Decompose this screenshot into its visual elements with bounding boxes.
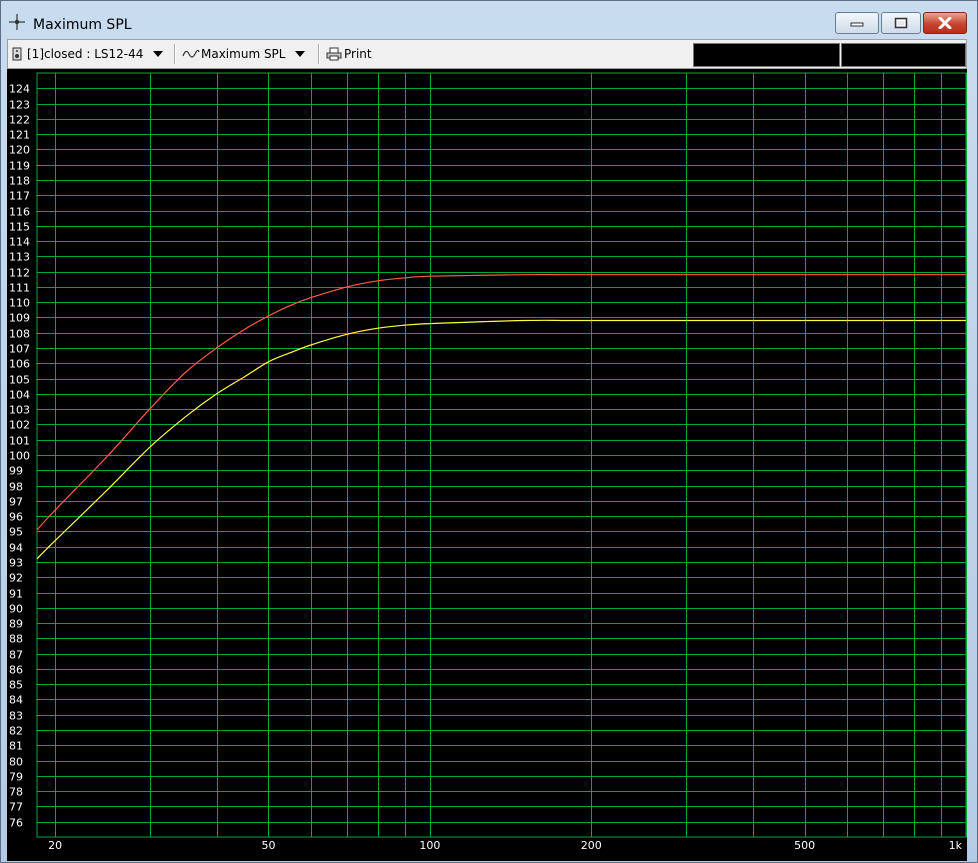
y-tick-label: 112 — [9, 267, 30, 280]
y-tick-label: 110 — [9, 297, 30, 310]
project-label: [1]closed : LS12-44 — [27, 47, 144, 61]
sine-wave-icon — [182, 49, 200, 58]
y-tick-label: 99 — [9, 465, 23, 478]
maximize-button[interactable] — [881, 12, 921, 34]
close-button[interactable] — [923, 12, 967, 34]
y-tick-label: 91 — [9, 588, 23, 601]
chevron-down-icon — [295, 51, 306, 57]
y-tick-label: 109 — [9, 312, 30, 325]
series-line-2 — [36, 319, 966, 560]
y-tick-label: 102 — [9, 419, 30, 432]
y-tick-label: 83 — [9, 710, 23, 723]
y-tick-label: 108 — [9, 328, 30, 341]
print-button[interactable]: Print — [326, 40, 372, 68]
toolbar-separator — [318, 44, 320, 64]
y-tick-label: 121 — [9, 129, 30, 142]
title-bar[interactable]: Maximum SPL — [1, 1, 977, 39]
y-tick-label: 82 — [9, 725, 23, 738]
x-tick-label: 1k — [949, 839, 963, 852]
y-tick-label: 114 — [9, 236, 30, 249]
x-tick-label: 500 — [794, 839, 815, 852]
y-tick-label: 107 — [9, 343, 30, 356]
y-tick-label: 78 — [9, 786, 23, 799]
x-tick-label: 50 — [261, 839, 275, 852]
speaker-box-icon — [12, 47, 22, 61]
minimize-icon — [850, 22, 864, 27]
y-tick-label: 80 — [9, 756, 23, 769]
cursor-readout-level — [841, 43, 966, 67]
y-tick-label: 123 — [9, 99, 30, 112]
y-tick-label: 77 — [9, 801, 23, 814]
y-tick-label: 81 — [9, 740, 23, 753]
app-window: Maximum SPL [1]closed : LS12-44 Maximum … — [0, 0, 978, 863]
plot-area[interactable]: 76 77 78 79 80 81 82 83 84 85 86 87 88 89 90 91 92 93 94 95… — [7, 69, 967, 861]
y-tick-label: 92 — [9, 572, 23, 585]
y-tick-label: 87 — [9, 649, 23, 662]
y-tick-label: 86 — [9, 664, 23, 677]
graph-type-dropdown[interactable]: Maximum SPL — [182, 40, 306, 68]
x-tick-label: 20 — [48, 839, 62, 852]
y-tick-label: 96 — [9, 511, 23, 524]
y-tick-label: 97 — [9, 496, 23, 509]
y-tick-label: 113 — [9, 251, 30, 264]
y-tick-label: 117 — [9, 190, 30, 203]
y-tick-label: 88 — [9, 633, 23, 646]
y-tick-label: 95 — [9, 526, 23, 539]
y-tick-label: 111 — [9, 282, 30, 295]
y-tick-label: 116 — [9, 206, 30, 219]
y-tick-label: 98 — [9, 481, 23, 494]
crosshair-icon — [9, 14, 25, 30]
y-tick-label: 100 — [9, 450, 30, 463]
y-tick-label: 118 — [9, 175, 30, 188]
series-line-1 — [36, 273, 966, 531]
graph-type-label: Maximum SPL — [201, 47, 286, 61]
x-tick-label: 100 — [419, 839, 440, 852]
y-tick-label: 105 — [9, 374, 30, 387]
cursor-readout-frequency — [693, 43, 840, 67]
y-tick-label: 103 — [9, 404, 30, 417]
y-tick-label: 79 — [9, 771, 23, 784]
chevron-down-icon — [153, 51, 164, 57]
y-tick-label: 94 — [9, 542, 23, 555]
y-tick-label: 122 — [9, 114, 30, 127]
y-tick-label: 115 — [9, 221, 30, 234]
toolbar-separator — [174, 44, 176, 64]
y-tick-label: 90 — [9, 603, 23, 616]
window-title: Maximum SPL — [33, 17, 132, 33]
toolbar: [1]closed : LS12-44 Maximum SPL Print — [7, 39, 967, 69]
spl-chart[interactable]: 76 77 78 79 80 81 82 83 84 85 86 87 88 89 90 91 92 93 94 95… — [7, 69, 967, 861]
project-dropdown[interactable]: [1]closed : LS12-44 — [12, 40, 164, 68]
x-tick-label: 200 — [581, 839, 602, 852]
y-tick-label: 104 — [9, 389, 30, 402]
minimize-button[interactable] — [835, 12, 879, 34]
y-tick-label: 106 — [9, 358, 30, 371]
y-tick-label: 120 — [9, 144, 30, 157]
y-tick-label: 101 — [9, 435, 30, 448]
y-tick-label: 85 — [9, 679, 23, 692]
y-tick-label: 84 — [9, 694, 23, 707]
close-icon — [938, 17, 952, 29]
y-tick-label: 93 — [9, 557, 23, 570]
printer-icon — [326, 47, 342, 61]
y-tick-label: 119 — [9, 160, 30, 173]
maximize-icon — [894, 17, 908, 29]
y-tick-label: 89 — [9, 618, 23, 631]
y-tick-label: 76 — [9, 817, 23, 830]
print-label: Print — [344, 47, 372, 61]
y-tick-label: 124 — [9, 83, 30, 96]
